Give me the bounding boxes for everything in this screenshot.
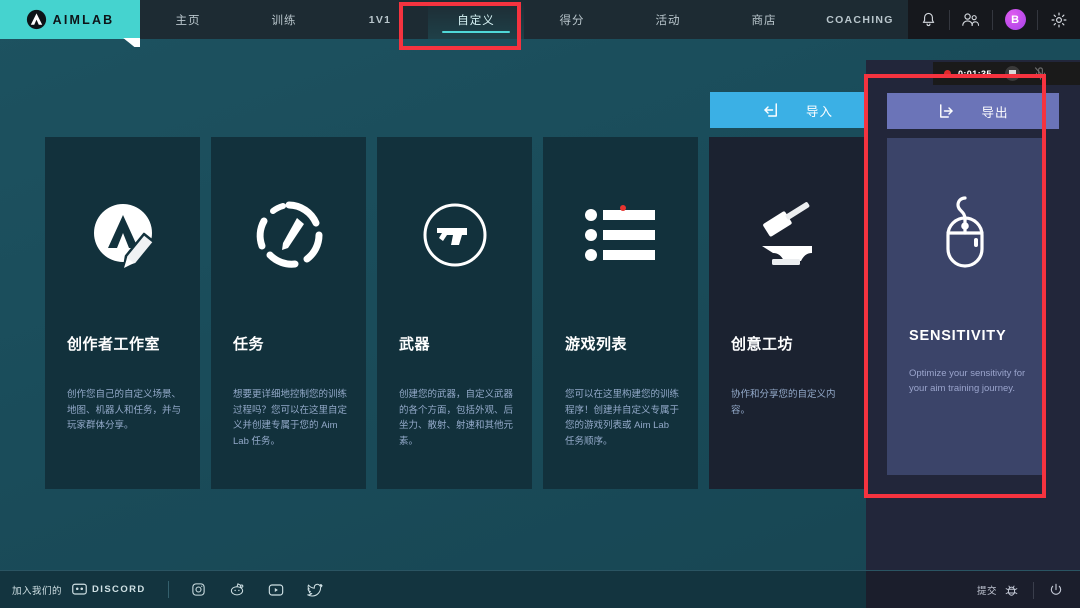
card-creator-studio[interactable]: 创作者工作室 创作您自己的自定义场景、地图、机器人和任务，并与玩家群体分享。 <box>45 137 200 489</box>
nav-tabs: 主页 训练 1V1 自定义 得分 活动 商店 COACHING <box>140 0 908 39</box>
top-navigation-bar: AIMLAB 主页 训练 1V1 自定义 得分 活动 商店 COACHING B <box>0 0 1080 39</box>
reddit-icon[interactable] <box>229 582 245 597</box>
card-description: 想要更详细地控制您的训练过程吗？您可以在这里自定义并创建专属于您的 Aim La… <box>233 389 348 448</box>
discord-label: DISCORD <box>92 584 146 595</box>
nav-tab-scores[interactable]: 得分 <box>524 0 620 39</box>
nav-divider <box>991 9 993 30</box>
card-title: 任务 <box>233 336 265 353</box>
card-title: 武器 <box>399 336 431 353</box>
export-button-label: 导出 <box>981 105 1009 120</box>
instagram-icon[interactable] <box>191 582 206 597</box>
gear-icon[interactable] <box>1050 11 1068 29</box>
card-title: 游戏列表 <box>565 336 628 353</box>
nav-tab-custom[interactable]: 自定义 <box>428 0 524 39</box>
nav-tab-label: 1V1 <box>368 13 392 26</box>
twitter-icon[interactable] <box>306 583 323 597</box>
aimlab-logo-icon <box>26 9 46 30</box>
aimlab-pencil-icon <box>45 187 200 282</box>
card-title: SENSITIVITY <box>909 328 1007 344</box>
friends-icon[interactable] <box>961 11 980 28</box>
customization-cards-row: 创作者工作室 创作您自己的自定义场景、地图、机器人和任务，并与玩家群体分享。 任… <box>45 137 980 489</box>
nav-tab-training[interactable]: 训练 <box>236 0 332 39</box>
card-description: Optimize your sensitivity for your aim t… <box>909 368 1026 395</box>
card-playlists[interactable]: 游戏列表 您可以在这里构建您的训练程序！创建并自定义专属于您的游戏列表或 Aim… <box>543 137 698 489</box>
footer-bar: 加入我们的 DISCORD 提交 <box>0 570 1080 608</box>
nav-tab-label: 活动 <box>655 14 681 27</box>
card-description: 创作您自己的自定义场景、地图、机器人和任务，并与玩家群体分享。 <box>67 389 182 432</box>
card-weapons[interactable]: 武器 创建您的武器，自定义武器的各个方面，包括外观、后坐力、散射、射速和其他元素… <box>377 137 532 489</box>
nav-tab-label: 商店 <box>751 14 777 27</box>
nav-tab-label: 主页 <box>175 14 201 27</box>
app-logo[interactable]: AIMLAB <box>0 0 140 39</box>
power-icon[interactable] <box>1048 582 1064 598</box>
screen-recorder-overlay: 0:01:35 <box>933 62 1080 85</box>
pistol-circle-icon <box>377 187 532 282</box>
recording-dot-icon <box>944 70 951 77</box>
app-logo-text: AIMLAB <box>52 12 115 27</box>
card-description: 您可以在这里构建您的训练程序！创建并自定义专属于您的游戏列表或 Aim Lab … <box>565 389 680 448</box>
submit-feedback-label: 提交 <box>976 586 997 597</box>
stop-square-icon[interactable] <box>1004 66 1020 81</box>
discord-icon <box>72 583 87 595</box>
import-arrow-icon <box>764 103 777 117</box>
nav-tab-label: 自定义 <box>457 14 495 27</box>
nav-tab-1v1[interactable]: 1V1 <box>332 0 428 39</box>
dashed-circle-pencil-icon <box>211 187 366 282</box>
nav-tab-label: 训练 <box>271 14 297 27</box>
avatar-initial: B <box>1011 13 1020 26</box>
mic-muted-icon[interactable] <box>1033 66 1048 81</box>
footer-right-group: 提交 <box>866 571 1080 608</box>
nav-tab-label: 得分 <box>559 14 585 27</box>
nav-tab-store[interactable]: 商店 <box>716 0 812 39</box>
nav-tab-coaching[interactable]: COACHING <box>812 0 908 39</box>
footer-divider <box>1033 581 1034 599</box>
nav-tab-events[interactable]: 活动 <box>620 0 716 39</box>
card-description: 创建您的武器，自定义武器的各个方面，包括外观、后坐力、散射、射速和其他元素。 <box>399 389 514 448</box>
export-arrow-icon <box>940 104 954 118</box>
right-overlay-panel: 导出 SENSITIVITY Optimize your sensitivity… <box>866 60 1080 576</box>
nav-divider <box>948 9 950 30</box>
nav-tab-home[interactable]: 主页 <box>140 0 236 39</box>
computer-mouse-icon <box>887 186 1042 281</box>
youtube-icon[interactable] <box>268 583 284 597</box>
bullet-list-icon <box>543 187 698 282</box>
footer-divider <box>167 581 169 598</box>
recording-timer: 0:01:35 <box>958 68 992 79</box>
card-sensitivity[interactable]: SENSITIVITY Optimize your sensitivity fo… <box>887 138 1042 475</box>
avatar[interactable]: B <box>1004 9 1026 30</box>
export-button[interactable]: 导出 <box>887 93 1059 129</box>
bug-icon[interactable] <box>1004 583 1019 598</box>
card-description: 协作和分享您的自定义内容。 <box>731 389 836 416</box>
footer-social-group: 加入我们的 DISCORD <box>12 581 336 598</box>
join-us-label: 加入我们的 <box>12 585 63 597</box>
card-title: 创作者工作室 <box>67 336 161 353</box>
import-button[interactable]: 导入 <box>710 92 885 128</box>
discord-link[interactable]: DISCORD <box>72 583 146 596</box>
bell-icon[interactable] <box>920 11 937 28</box>
nav-divider <box>1037 9 1039 30</box>
card-workshop[interactable]: 创意工坊 协作和分享您的自定义内容。 <box>709 137 864 489</box>
nav-tab-label: COACHING <box>826 13 894 26</box>
card-tasks[interactable]: 任务 想要更详细地控制您的训练过程吗？您可以在这里自定义并创建专属于您的 Aim… <box>211 137 366 489</box>
hammer-anvil-icon <box>709 187 864 282</box>
nav-right-icons: B <box>908 0 1080 39</box>
import-button-label: 导入 <box>805 104 833 119</box>
card-title: 创意工坊 <box>731 336 794 353</box>
